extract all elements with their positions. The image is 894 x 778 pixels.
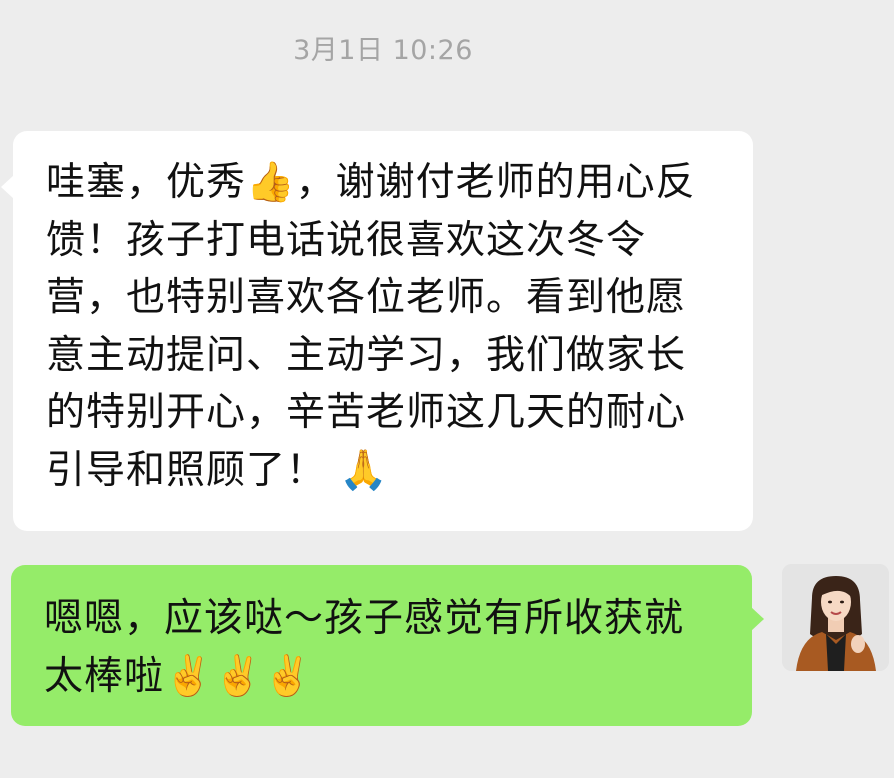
incoming-message-bubble[interactable]: 哇塞，优秀👍，谢谢付老师的用心反馈！孩子打电话说很喜欢这次冬令营，也特别喜欢各位… — [1, 131, 753, 531]
message-timestamp: 3月1日 10:26 — [293, 35, 473, 66]
incoming-message-text-start: 哇塞，优秀 — [46, 160, 247, 205]
outgoing-message-text: 嗯嗯，应该哒～孩子感觉有所收获就太棒啦 — [44, 596, 685, 699]
user-avatar[interactable] — [782, 564, 889, 671]
thumbs-up-icon: 👍 — [246, 160, 296, 205]
incoming-message-text-end: ，谢谢付老师的用心反馈！孩子打电话说很喜欢这次冬令营，也特别喜欢各位老师。看到他… — [46, 160, 696, 493]
pray-hands-icon: 🙏 — [339, 447, 389, 493]
avatar-woman-icon — [782, 564, 889, 671]
victory-hand-icon: ✌️✌️✌️ — [164, 653, 313, 699]
outgoing-message-bubble[interactable]: 嗯嗯，应该哒～孩子感觉有所收获就太棒啦✌️✌️✌️ — [11, 565, 764, 726]
